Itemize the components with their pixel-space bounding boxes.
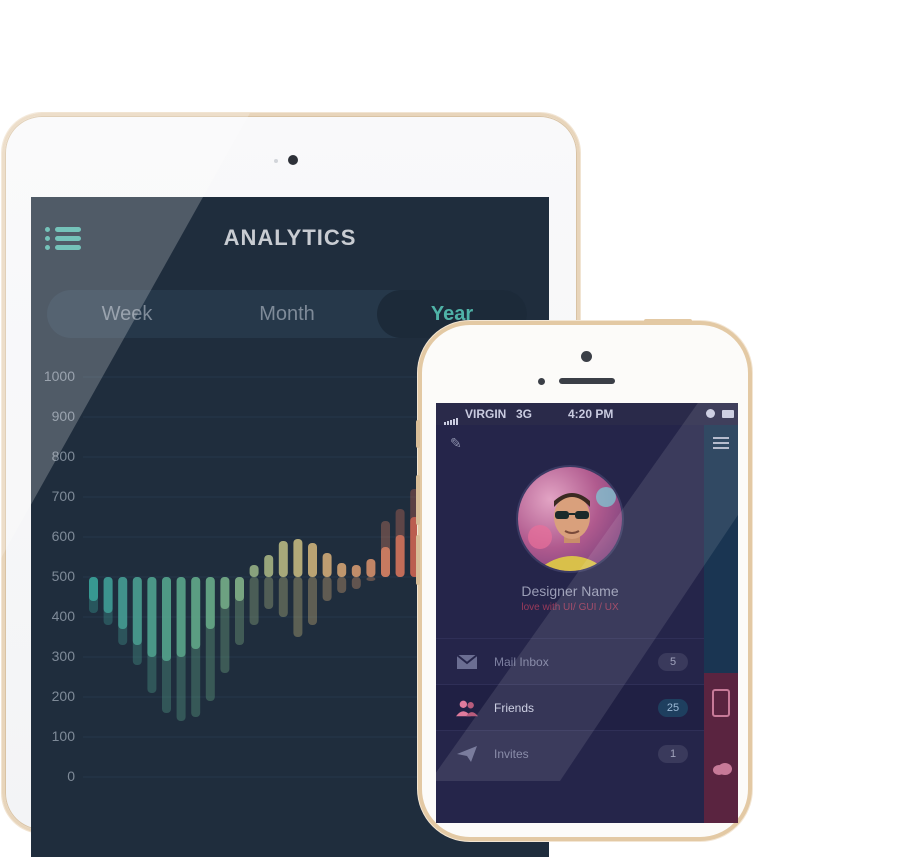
bar[interactable] — [351, 565, 361, 577]
bar[interactable] — [176, 577, 186, 657]
mail-icon — [456, 654, 478, 669]
bar[interactable] — [366, 559, 376, 577]
bar[interactable] — [118, 577, 128, 629]
phone-sensor — [538, 378, 545, 385]
content-panel — [704, 425, 738, 823]
avatar[interactable] — [516, 465, 624, 573]
bar-shadow — [249, 577, 259, 625]
bar-shadow — [308, 577, 317, 625]
bar[interactable] — [220, 577, 230, 609]
bar[interactable] — [381, 547, 390, 577]
profile-tagline: love with UI/ GUI / UX — [521, 602, 619, 613]
phone-speaker — [559, 378, 615, 384]
volume-up-button — [416, 475, 420, 525]
carrier-name: VIRGIN — [465, 407, 507, 421]
bar[interactable] — [235, 577, 244, 601]
bar[interactable] — [191, 577, 201, 649]
battery-icon — [722, 410, 734, 418]
bar[interactable] — [249, 565, 259, 577]
bar-shadow — [366, 577, 376, 581]
cloud-icon — [713, 763, 732, 775]
side-menu: ✎ Designer Name love with UI/ GUI / UX M… — [436, 425, 704, 823]
content-card — [704, 673, 738, 823]
phone-device: VIRGIN 3G 4:20 PM ✎ Designer Name love w… — [416, 319, 752, 841]
bar[interactable] — [103, 577, 113, 613]
menu-item-label: Invites — [494, 747, 529, 761]
profile-name: Designer Name — [521, 583, 619, 599]
bar[interactable] — [395, 535, 405, 577]
count-badge: 1 — [658, 745, 688, 763]
network-type: 3G — [516, 407, 533, 421]
rotation-lock-icon — [706, 409, 715, 418]
bar[interactable] — [293, 539, 303, 577]
bar[interactable] — [337, 563, 347, 577]
bar[interactable] — [147, 577, 157, 657]
count-badge: 25 — [658, 699, 688, 717]
mute-switch — [416, 420, 420, 448]
volume-down-button — [416, 535, 420, 585]
power-button — [644, 319, 692, 323]
tablet-sensor — [274, 159, 278, 163]
paper-plane-icon — [457, 746, 477, 762]
phone-camera — [581, 351, 592, 362]
status-bar: VIRGIN 3G 4:20 PM — [436, 403, 738, 425]
bar[interactable] — [308, 543, 317, 577]
bar[interactable] — [132, 577, 142, 645]
bar-shadow — [293, 577, 303, 637]
menu-item-friends[interactable]: Friends 25 — [436, 684, 704, 731]
menu-item-label: Friends — [494, 701, 535, 715]
bar-shadow — [278, 577, 288, 617]
signal-icon — [444, 411, 459, 425]
bar[interactable] — [264, 555, 274, 577]
bar-shadow — [264, 577, 274, 609]
device-icon — [712, 689, 730, 717]
bar[interactable] — [278, 541, 288, 577]
bar[interactable] — [89, 577, 98, 601]
bar-shadow — [322, 577, 332, 601]
bar-shadow — [351, 577, 361, 589]
friends-icon — [456, 700, 478, 717]
bar-shadow — [337, 577, 347, 593]
bar[interactable] — [322, 553, 332, 577]
tablet-camera — [288, 155, 298, 165]
status-time: 4:20 PM — [568, 407, 614, 421]
hamburger-menu-icon[interactable] — [713, 437, 729, 449]
count-badge: 5 — [658, 653, 688, 671]
bar[interactable] — [205, 577, 215, 629]
bar[interactable] — [162, 577, 171, 661]
menu-item-label: Mail Inbox — [494, 655, 549, 669]
menu-item-invites[interactable]: Invites 1 — [436, 730, 704, 777]
menu-item-mail-inbox[interactable]: Mail Inbox 5 — [436, 638, 704, 685]
pencil-icon[interactable]: ✎ — [450, 435, 462, 452]
phone-screen: VIRGIN 3G 4:20 PM ✎ Designer Name love w… — [436, 403, 738, 823]
